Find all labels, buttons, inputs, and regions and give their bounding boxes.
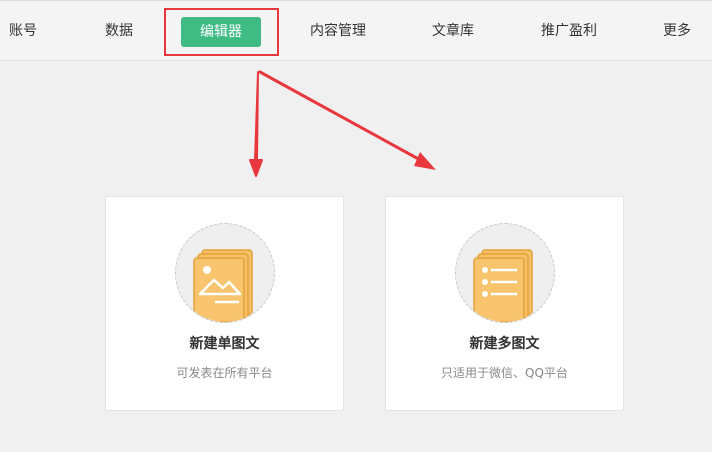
new-single-article-card[interactable]: 新建单图文 可发表在所有平台 xyxy=(105,196,344,411)
nav-item-content-management[interactable]: 内容管理 xyxy=(310,22,366,40)
card-subtitle: 只适用于微信、QQ平台 xyxy=(441,366,568,380)
nav-item-editor[interactable]: 编辑器 xyxy=(181,17,261,47)
card-title: 新建多图文 xyxy=(469,336,540,352)
arrow-to-multi-article-head xyxy=(414,152,436,170)
image-document-icon xyxy=(175,223,275,323)
card-title: 新建单图文 xyxy=(189,336,260,352)
nav-item-article-library[interactable]: 文章库 xyxy=(432,22,474,40)
arrow-to-multi-article-shaft xyxy=(258,70,426,164)
card-subtitle: 可发表在所有平台 xyxy=(176,366,273,380)
new-multi-article-card[interactable]: 新建多图文 只适用于微信、QQ平台 xyxy=(385,196,624,411)
nav-item-account[interactable]: 账号 xyxy=(9,22,37,40)
top-navigation-bar: 账号 数据 编辑器 内容管理 文章库 推广盈利 更多 xyxy=(0,0,712,61)
list-document-icon xyxy=(455,223,555,323)
nav-item-data[interactable]: 数据 xyxy=(105,22,133,40)
nav-item-promotion-profit[interactable]: 推广盈利 xyxy=(541,22,597,40)
arrow-to-single-article xyxy=(249,71,263,177)
nav-item-more[interactable]: 更多 xyxy=(663,22,691,40)
